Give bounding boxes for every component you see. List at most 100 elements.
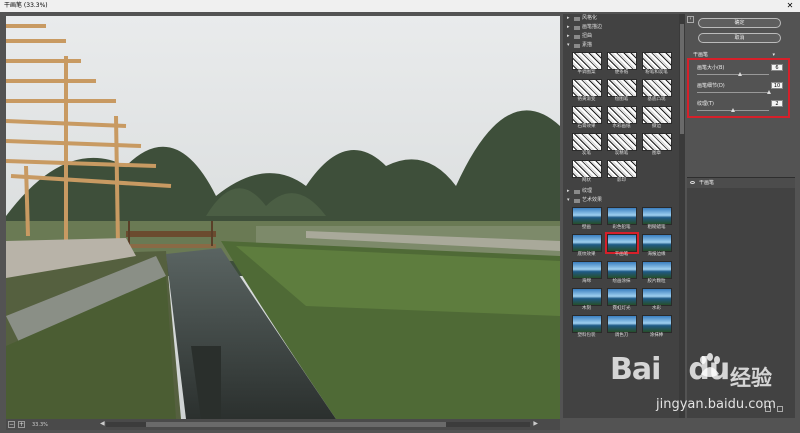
folder-icon xyxy=(574,43,580,48)
scroll-right-icon[interactable]: ▶ xyxy=(533,420,538,427)
category-artistic[interactable]: ▾ 艺术效果 xyxy=(563,196,685,205)
filter-thumbnail xyxy=(571,315,602,333)
filter-tile[interactable]: 撕边 xyxy=(640,106,673,130)
baidu-watermark: Baidu 经验 jingyan.baidu.com xyxy=(600,340,800,430)
brush-detail-slider[interactable] xyxy=(697,92,769,93)
scroll-thumb[interactable] xyxy=(680,24,684,134)
filter-tile[interactable]: 网状 xyxy=(570,160,603,184)
collapse-gallery-icon[interactable]: ‹ xyxy=(687,16,694,23)
filter-tile[interactable]: 调色刀 xyxy=(605,315,638,339)
filter-thumbnail xyxy=(571,133,602,151)
filter-tile[interactable]: 霓虹灯光 xyxy=(605,288,638,312)
filter-tile[interactable]: 水彩画纸 xyxy=(605,106,638,130)
texture-input[interactable]: 2 xyxy=(771,100,783,107)
chevron-down-icon: ▾ xyxy=(567,197,570,203)
preview-status-bar: − + 33.3% ◀ ▶ xyxy=(6,419,560,430)
scroll-thumb[interactable] xyxy=(146,422,446,427)
artistic-filter-grid: 壁画 彩色铅笔 粗糙蜡笔底纹效果 干画笔 海报边缘海绵 绘画涂抹 胶片颗粒木刻 霓虹灯光 水彩塑… xyxy=(563,205,685,342)
filter-thumbnail xyxy=(641,261,672,279)
slider-knob[interactable] xyxy=(731,108,736,112)
zoom-level[interactable]: 33.3% xyxy=(32,422,48,428)
category-texture[interactable]: ▸ 纹理 xyxy=(563,187,685,196)
filter-thumbnail xyxy=(571,52,602,70)
filter-label: 炭精笔 xyxy=(614,151,629,156)
filter-tile[interactable]: 铬黄渐变 xyxy=(570,79,603,103)
filter-tile[interactable]: 海绵 xyxy=(570,261,603,285)
filter-tile[interactable]: 壁画 xyxy=(570,207,603,231)
filter-tile[interactable]: 海报边缘 xyxy=(640,234,673,258)
filter-tile[interactable]: 影印 xyxy=(605,160,638,184)
filter-thumbnail xyxy=(571,288,602,306)
filter-tile[interactable]: 粗糙蜡笔 xyxy=(640,207,673,231)
filter-thumbnail xyxy=(571,160,602,178)
filter-tile[interactable]: 木刻 xyxy=(570,288,603,312)
filter-tile[interactable]: 干画笔 xyxy=(604,232,639,258)
filter-label: 石膏效果 xyxy=(577,124,596,129)
filter-label: 胶片颗粒 xyxy=(647,279,666,284)
cancel-button[interactable]: 取消 xyxy=(698,33,781,43)
zoom-in-button[interactable]: + xyxy=(18,421,25,428)
filter-tile[interactable]: 底纹效果 xyxy=(570,234,603,258)
filter-label: 半调图案 xyxy=(577,70,596,75)
filter-thumbnail xyxy=(606,261,637,279)
brush-size-input[interactable]: 6 xyxy=(771,64,783,71)
filter-thumbnail xyxy=(571,261,602,279)
filter-thumbnail xyxy=(606,133,637,151)
brush-detail-input[interactable]: 10 xyxy=(771,82,783,89)
filter-thumbnail xyxy=(606,106,637,124)
filter-thumbnail xyxy=(641,106,672,124)
filter-label: 图章 xyxy=(652,151,661,156)
category-distort[interactable]: ▸ 扭曲 xyxy=(563,32,685,41)
filter-thumbnail xyxy=(641,207,672,225)
filter-tile[interactable]: 石膏效果 xyxy=(570,106,603,130)
filter-tile[interactable]: 涂抹棒 xyxy=(640,315,673,339)
filter-tile[interactable]: 半调图案 xyxy=(570,52,603,76)
category-sketch[interactable]: ▾ 素描 xyxy=(563,41,685,50)
filter-tile[interactable]: 炭笔 xyxy=(570,133,603,157)
brush-size-slider[interactable] xyxy=(697,74,769,75)
landscape-photo xyxy=(6,16,560,419)
filter-tile[interactable]: 彩色铅笔 xyxy=(605,207,638,231)
filter-tile[interactable]: 胶片颗粒 xyxy=(640,261,673,285)
filter-tile[interactable]: 粉笔和炭笔 xyxy=(640,52,673,76)
filter-thumbnail xyxy=(641,234,672,252)
filter-thumbnail xyxy=(571,79,602,97)
effect-layer[interactable]: 干画笔 xyxy=(687,178,795,188)
window-titlebar: 干画笔 (33.3%) ✕ xyxy=(0,0,800,12)
filter-label: 调色刀 xyxy=(614,333,629,338)
filter-tile[interactable]: 绘画涂抹 xyxy=(605,261,638,285)
filter-tile[interactable]: 基底凸现 xyxy=(640,79,673,103)
category-brush-strokes[interactable]: ▸ 画笔描边 xyxy=(563,23,685,32)
slider-knob[interactable] xyxy=(767,90,772,94)
filter-tile[interactable]: 水彩 xyxy=(640,288,673,312)
filter-label: 底纹效果 xyxy=(577,252,596,257)
category-stylize[interactable]: ▸ 风格化 xyxy=(563,14,685,23)
ok-button[interactable]: 确定 xyxy=(698,18,781,28)
filter-tile[interactable]: 图章 xyxy=(640,133,673,157)
paw-icon xyxy=(700,353,720,377)
filter-tile[interactable]: 便条纸 xyxy=(605,52,638,76)
filter-tile[interactable]: 绘图笔 xyxy=(605,79,638,103)
filter-thumbnail xyxy=(606,315,637,333)
folder-icon xyxy=(574,189,580,194)
watermark-cn: 经验 xyxy=(730,366,772,390)
close-icon[interactable]: ✕ xyxy=(784,0,796,12)
eye-icon[interactable] xyxy=(690,181,695,184)
filter-label: 涂抹棒 xyxy=(649,333,664,338)
filter-thumbnail xyxy=(606,52,637,70)
filter-label: 粗糙蜡笔 xyxy=(647,225,666,230)
zoom-out-button[interactable]: − xyxy=(8,421,15,428)
folder-icon xyxy=(574,25,580,30)
param-brush-detail: 画笔细节(D) 10 xyxy=(697,82,783,96)
watermark-url: jingyan.baidu.com xyxy=(656,397,776,412)
horizontal-scrollbar[interactable] xyxy=(106,422,530,427)
filter-label: 海报边缘 xyxy=(647,252,666,257)
scroll-left-icon[interactable]: ◀ xyxy=(100,420,105,427)
folder-icon xyxy=(574,198,580,203)
image-preview[interactable] xyxy=(6,16,560,419)
filter-tile[interactable]: 炭精笔 xyxy=(605,133,638,157)
filter-thumbnail xyxy=(571,106,602,124)
filter-tile[interactable]: 塑料包装 xyxy=(570,315,603,339)
slider-knob[interactable] xyxy=(738,72,743,76)
filter-label: 壁画 xyxy=(582,225,591,230)
